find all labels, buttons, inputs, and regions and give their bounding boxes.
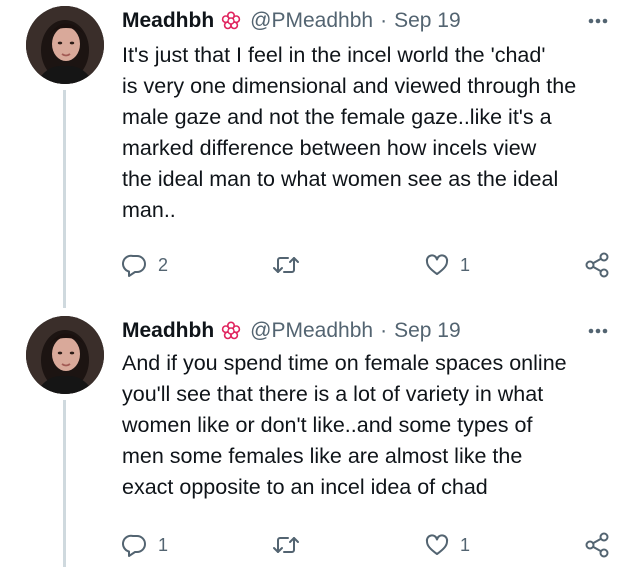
avatar-image [26, 316, 104, 394]
retweet-icon [272, 532, 300, 558]
share-button[interactable] [584, 530, 612, 560]
like-button[interactable]: 1 [424, 530, 470, 560]
retweet-icon [272, 252, 300, 278]
tweet[interactable]: Meadhbh @PMeadhbh · Sep 19 [0, 300, 640, 567]
thread-line [63, 400, 66, 567]
tweet-text: It's just that I feel in the incel world… [122, 43, 577, 222]
separator-dot: · [380, 319, 388, 342]
like-count: 1 [460, 254, 471, 275]
retweet-button[interactable] [272, 250, 310, 280]
retweet-button[interactable] [272, 530, 310, 560]
reply-icon [122, 532, 148, 558]
share-icon [584, 251, 612, 279]
user-handle[interactable]: @PMeadhbh [250, 319, 373, 343]
like-count: 1 [460, 534, 471, 555]
reply-button[interactable]: 1 [122, 530, 168, 560]
reply-button[interactable]: 2 [122, 250, 168, 280]
tweet-header: Meadhbh @PMeadhbh · Sep 19 [122, 316, 620, 346]
more-options-icon[interactable] [584, 316, 612, 346]
tweet-header: Meadhbh @PMeadhbh · Sep 19 [122, 6, 620, 36]
tweet-date[interactable]: Sep 19 [394, 9, 461, 33]
avatar[interactable] [26, 316, 104, 394]
avatar[interactable] [26, 6, 104, 84]
flower-badge-icon [220, 10, 242, 32]
reply-count: 1 [158, 534, 169, 555]
flower-badge-icon [220, 320, 242, 342]
heart-icon [424, 252, 450, 278]
tweet-date[interactable]: Sep 19 [394, 319, 461, 343]
reply-icon [122, 252, 148, 278]
like-button[interactable]: 1 [424, 250, 470, 280]
tweet-text: And if you spend time on female spaces o… [122, 351, 567, 499]
heart-icon [424, 532, 450, 558]
tweet-actions: 1 1 [118, 530, 618, 560]
tweet-actions: 2 1 [118, 250, 618, 280]
thread-line [63, 90, 66, 308]
share-icon [584, 531, 612, 559]
user-handle[interactable]: @PMeadhbh [250, 9, 373, 33]
avatar-image [26, 6, 104, 84]
separator-dot: · [380, 9, 388, 32]
share-button[interactable] [584, 250, 612, 280]
tweet[interactable]: Meadhbh @PMeadhbh · Sep 19 [0, 0, 640, 308]
display-name[interactable]: Meadhbh [122, 319, 214, 343]
more-options-icon[interactable] [584, 6, 612, 36]
display-name[interactable]: Meadhbh [122, 9, 214, 33]
reply-count: 2 [158, 254, 169, 275]
